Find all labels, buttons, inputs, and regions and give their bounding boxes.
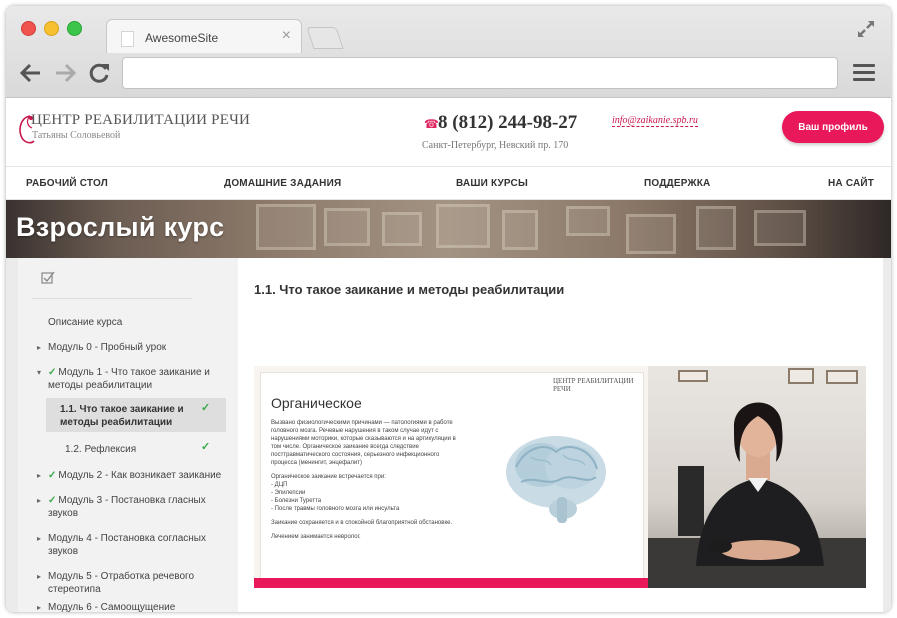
tab-close-icon[interactable]: × xyxy=(282,27,291,45)
minimize-window-button[interactable] xyxy=(44,21,59,36)
profile-button[interactable]: Ваш профиль xyxy=(782,111,884,143)
new-tab-button[interactable] xyxy=(306,27,344,49)
browser-tab[interactable]: AwesomeSite × xyxy=(106,19,302,53)
email-link[interactable]: info@zaikanie.spb.ru xyxy=(612,115,698,127)
browser-toolbar: AwesomeSite × xyxy=(6,6,891,98)
slide-logo: ЦЕНТР РЕАБИЛИТАЦИИ РЕЧИ xyxy=(553,377,634,393)
video-slide: ЦЕНТР РЕАБИЛИТАЦИИ РЕЧИ Органическое Выз… xyxy=(254,366,648,588)
slide-heading: Органическое xyxy=(271,395,362,411)
tab-title: AwesomeSite xyxy=(145,31,219,45)
sidebar-item-lesson-1-1[interactable]: 1.1. Что такое заикание и методы реабили… xyxy=(60,403,195,429)
logo-title[interactable]: ЦЕНТР РЕАБИЛИТАЦИИ РЕЧИ xyxy=(31,112,250,129)
completed-check-icon: ✓ xyxy=(201,402,211,414)
slide-text: Вызвано физиологическими причинами — пат… xyxy=(271,420,456,540)
lesson-video[interactable]: ЦЕНТР РЕАБИЛИТАЦИИ РЕЧИ Органическое Выз… xyxy=(254,366,866,588)
sidebar-divider xyxy=(32,298,192,299)
page-icon xyxy=(121,31,134,47)
forward-arrow-icon[interactable] xyxy=(52,60,78,86)
collapse-arrow-icon[interactable]: ▾ xyxy=(37,366,41,379)
nav-courses[interactable]: ВАШИ КУРСЫ xyxy=(456,178,528,189)
nav-to-site[interactable]: НА САЙТ xyxy=(828,178,874,189)
course-banner: Взрослый курс xyxy=(6,200,891,258)
maximize-window-button[interactable] xyxy=(67,21,82,36)
back-arrow-icon[interactable] xyxy=(18,60,44,86)
phone-icon: ☎ xyxy=(424,117,439,131)
slide-accent-bar xyxy=(254,578,648,588)
phone-number[interactable]: 8 (812) 244-98-27 xyxy=(438,112,577,134)
expand-arrow-icon[interactable]: ▸ xyxy=(37,469,41,482)
completed-check-icon: ✓ xyxy=(48,470,57,481)
site-page: ЦЕНТР РЕАБИЛИТАЦИИ РЕЧИ Татьяны Соловьев… xyxy=(6,98,891,612)
sidebar-item-module1[interactable]: ▾ ✓ Модуль 1 - Что такое заикание и метод… xyxy=(37,366,228,392)
checklist-icon[interactable] xyxy=(41,271,55,285)
sidebar-item-description[interactable]: Описание курса xyxy=(48,316,122,329)
office-address: Санкт-Петербург, Невский пр. 170 xyxy=(422,140,569,151)
nav-homework[interactable]: ДОМАШНИЕ ЗАДАНИЯ xyxy=(224,178,341,189)
expand-arrow-icon[interactable]: ▸ xyxy=(37,532,41,545)
page-title: Взрослый курс xyxy=(16,212,225,242)
hamburger-menu-icon[interactable] xyxy=(853,64,875,82)
presenter-icon xyxy=(648,402,866,588)
nav-support[interactable]: ПОДДЕРЖКА xyxy=(644,178,710,189)
lesson-content: 1.1. Что такое заикание и методы реабили… xyxy=(238,258,883,612)
expand-arrow-icon[interactable]: ▸ xyxy=(37,601,41,612)
expand-arrow-icon[interactable]: ▸ xyxy=(37,341,41,354)
main-navigation: РАБОЧИЙ СТОЛ ДОМАШНИЕ ЗАДАНИЯ ВАШИ КУРСЫ… xyxy=(6,166,891,200)
course-sidebar: Описание курса ▸ Модуль 0 - Пробный урок… xyxy=(18,258,238,612)
nav-dashboard[interactable]: РАБОЧИЙ СТОЛ xyxy=(26,178,108,189)
expand-arrow-icon[interactable]: ▸ xyxy=(37,494,41,507)
completed-check-icon: ✓ xyxy=(48,367,57,378)
sidebar-item-module5[interactable]: ▸ Модуль 5 - Отработка речевого стереоти… xyxy=(37,570,208,596)
sidebar-item-module4[interactable]: ▸ Модуль 4 - Постановка согласных звуков xyxy=(37,532,220,558)
address-bar-input[interactable] xyxy=(122,57,838,89)
fullscreen-icon[interactable] xyxy=(855,18,877,40)
lesson-title: 1.1. Что такое заикание и методы реабили… xyxy=(254,282,565,297)
browser-window: AwesomeSite × ЦЕНТР РЕАБИЛИТАЦИИ РЕЧИ Та… xyxy=(6,6,891,612)
completed-check-icon: ✓ xyxy=(201,441,211,453)
completed-check-icon: ✓ xyxy=(48,495,57,506)
sidebar-item-module3[interactable]: ▸ ✓ Модуль 3 - Постановка гласных звуков xyxy=(37,494,220,520)
reload-icon[interactable] xyxy=(86,60,112,86)
brain-illustration xyxy=(506,436,606,523)
sidebar-item-module6[interactable]: ▸ Модуль 6 - Самоощущение xyxy=(37,601,175,612)
presenter-video xyxy=(648,366,866,588)
close-window-button[interactable] xyxy=(21,21,36,36)
logo-subtitle: Татьяны Соловьевой xyxy=(32,130,121,141)
sidebar-item-module2[interactable]: ▸ ✓ Модуль 2 - Как возникает заикание xyxy=(37,469,230,482)
sidebar-item-module0[interactable]: ▸ Модуль 0 - Пробный урок xyxy=(37,341,166,354)
site-header: ЦЕНТР РЕАБИЛИТАЦИИ РЕЧИ Татьяны Соловьев… xyxy=(6,98,891,166)
sidebar-item-lesson-1-2[interactable]: 1.2. Рефлексия xyxy=(65,443,136,456)
expand-arrow-icon[interactable]: ▸ xyxy=(37,570,41,583)
